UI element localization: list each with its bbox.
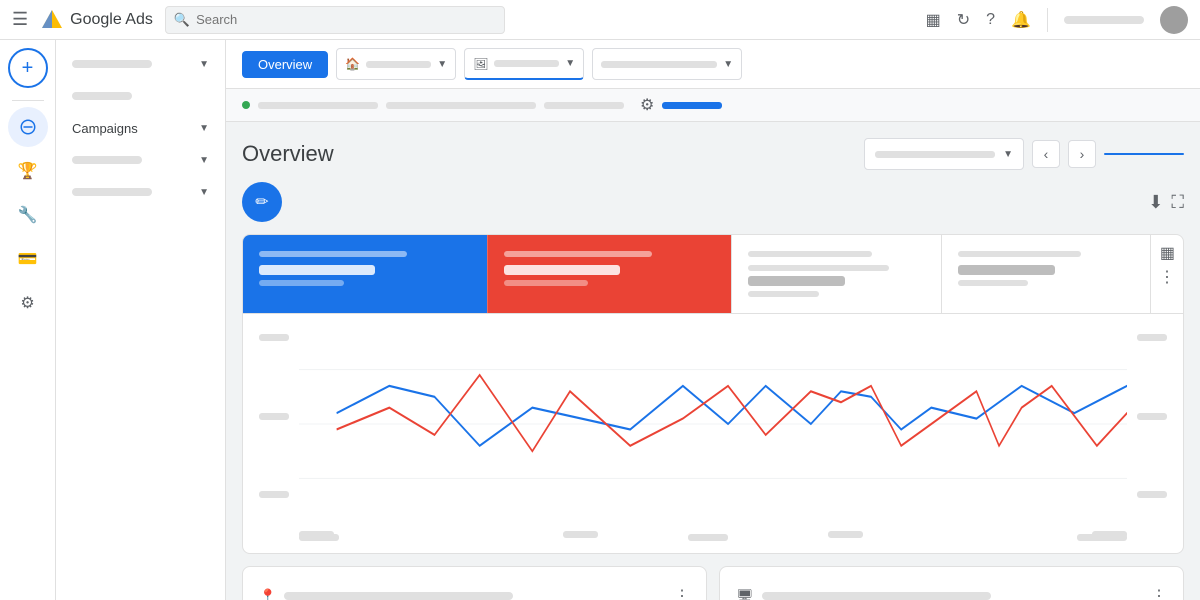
more-icon-card1[interactable]: ⋮	[674, 586, 690, 600]
help-icon[interactable]: ?	[986, 11, 995, 29]
next-arrow[interactable]: ›	[1068, 140, 1096, 168]
rail-billing-icon[interactable]: 💳	[8, 239, 48, 279]
search-icon: 🔍	[174, 12, 190, 28]
filter-bar: ⚙	[226, 89, 1200, 122]
gear-icon[interactable]: ⚙	[640, 95, 654, 115]
rail-settings-icon[interactable]: ⚙	[8, 283, 48, 323]
fullscreen-icon[interactable]: ⛶	[1171, 192, 1184, 213]
download-icon[interactable]: ⬇	[1148, 192, 1163, 213]
more-icon-card2[interactable]: ⋮	[1151, 586, 1167, 600]
left-rail: + 🏆 🔧 💳 ⚙	[0, 40, 56, 600]
table-icon[interactable]: ▦	[926, 10, 941, 30]
display-icon: 🖥	[736, 588, 754, 600]
sidebar-item-overview[interactable]: ▼	[56, 48, 225, 80]
red-series	[337, 375, 1127, 451]
blue-series	[337, 375, 1127, 446]
logo-icon	[40, 8, 64, 32]
sidebar-campaigns-header[interactable]: Campaigns ▼	[56, 112, 225, 144]
metrics-row: ▦ ⋮	[243, 235, 1183, 314]
chart-area	[243, 314, 1183, 534]
app-title: Google Ads	[70, 11, 153, 29]
chart-card: ▦ ⋮	[242, 234, 1184, 554]
sub-nav: Overview 🏠 ▼ 🖼 ▼ ▼	[226, 40, 1200, 89]
logo: Google Ads	[40, 8, 153, 32]
chevron-down-icon-2: ▼	[565, 58, 575, 69]
metric-plain-2[interactable]	[941, 235, 1150, 313]
dropdown-home[interactable]: 🏠 ▼	[336, 48, 456, 80]
location-icon: 📍	[259, 588, 276, 600]
sidebar-item-overview-active[interactable]	[56, 80, 225, 112]
chevron-down-icon: ▼	[437, 59, 447, 70]
rail-goals-icon[interactable]: 🏆	[8, 151, 48, 191]
image-icon: 🖼	[473, 57, 488, 71]
metric-plain-1[interactable]	[731, 235, 940, 313]
chevron-down-icon-3: ▼	[723, 59, 733, 70]
edit-button[interactable]: ✏	[242, 182, 282, 222]
overview-header: Overview ▼ ‹ ›	[242, 138, 1184, 170]
overview-tab[interactable]: Overview	[242, 51, 328, 78]
rail-campaigns-icon[interactable]	[8, 107, 48, 147]
bottom-card-display: 🖥 ⋮	[719, 566, 1184, 600]
search-box: 🔍	[165, 6, 505, 34]
line-chart	[299, 326, 1127, 522]
metric-red[interactable]	[487, 235, 732, 313]
bottom-cards: 📍 ⋮ 🖥 ⋮	[242, 566, 1184, 600]
main-content: Overview 🏠 ▼ 🖼 ▼ ▼ ⚙	[226, 40, 1200, 600]
refresh-icon[interactable]: ↻	[957, 10, 970, 30]
sidebar: ▼ Campaigns ▼ ▼ ▼	[56, 40, 226, 600]
more-icon[interactable]: ⋮	[1159, 267, 1175, 287]
sidebar-item-1[interactable]: ▼	[56, 144, 225, 176]
chevron-down-icon-date: ▼	[1003, 149, 1013, 160]
create-button[interactable]: +	[8, 48, 48, 88]
home-icon: 🏠	[345, 57, 360, 71]
dropdown-filter[interactable]: ▼	[592, 48, 742, 80]
search-input[interactable]	[196, 12, 496, 27]
sidebar-item-2[interactable]: ▼	[56, 176, 225, 208]
hamburger-icon[interactable]: ☰	[12, 9, 28, 30]
dropdown-image[interactable]: 🖼 ▼	[464, 48, 584, 80]
status-dot	[242, 101, 250, 109]
avatar[interactable]	[1160, 6, 1188, 34]
bottom-card-location: 📍 ⋮	[242, 566, 707, 600]
metric-blue[interactable]	[243, 235, 487, 313]
date-range-dropdown[interactable]: ▼	[864, 138, 1024, 170]
chart-type-icon[interactable]: ▦	[1160, 243, 1175, 263]
rail-tools-icon[interactable]: 🔧	[8, 195, 48, 235]
notifications-icon[interactable]: 🔔	[1011, 10, 1031, 30]
prev-arrow[interactable]: ‹	[1032, 140, 1060, 168]
overview-title: Overview	[242, 141, 864, 167]
